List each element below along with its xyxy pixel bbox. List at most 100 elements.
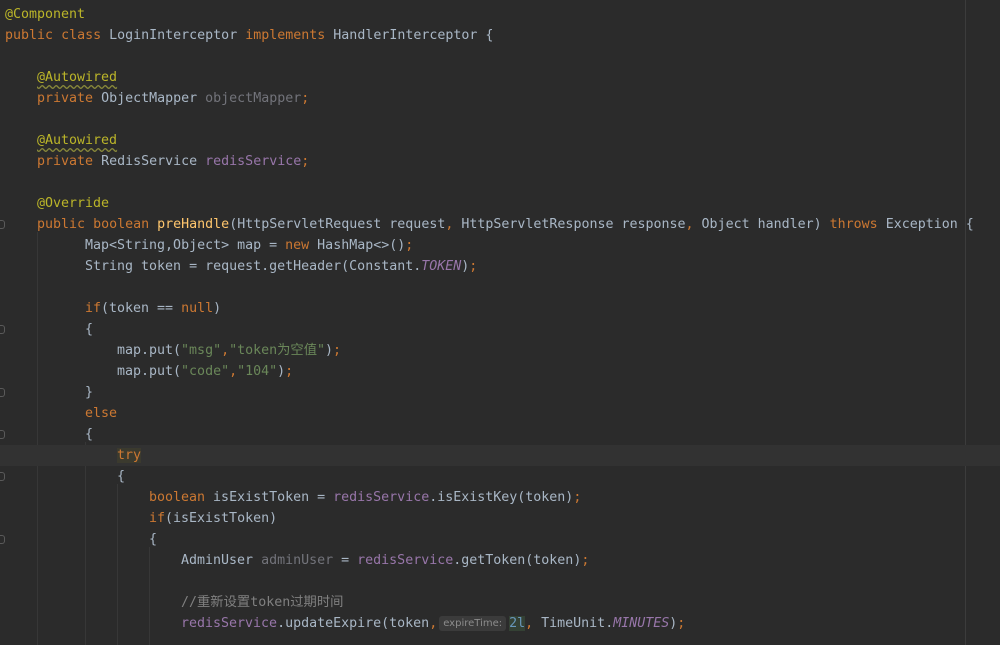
keyword: public [37, 217, 86, 232]
punctuation: ; [285, 364, 294, 379]
annotation: @Autowired [37, 133, 118, 148]
code-line[interactable]: } [0, 382, 93, 403]
code-line[interactable]: { [0, 424, 93, 445]
condition: (token == [101, 301, 182, 316]
code-editor[interactable]: @Component public class LoginInterceptor… [0, 0, 1000, 645]
code-line[interactable]: String token = request.getHeader(Constan… [0, 256, 477, 277]
keyword: try [117, 448, 142, 463]
punctuation: ; [333, 343, 342, 358]
code-line[interactable]: @Autowired [0, 67, 117, 88]
code-line[interactable]: public class LoginInterceptor implements… [0, 25, 493, 46]
code-line[interactable]: redisService.updateExpire(token, expireTi… [0, 613, 685, 634]
code-line[interactable]: //重新设置token过期时间 [0, 592, 343, 613]
code-line[interactable]: AdminUser adminUser = redisService.getTo… [0, 550, 589, 571]
keyword: null [181, 301, 214, 316]
statement: Map<String,Object> map = [85, 238, 286, 253]
code-line[interactable]: @Autowired [0, 130, 117, 151]
punctuation: , [429, 616, 438, 631]
comment: //重新设置token过期时间 [181, 595, 344, 610]
statement: .isExistKey(token) [429, 490, 574, 505]
punctuation: , [229, 364, 238, 379]
code-line[interactable]: @Override [0, 193, 109, 214]
code-line[interactable]: if(token == null) [0, 298, 221, 319]
punctuation: ; [301, 154, 310, 169]
statement: map.put( [117, 343, 182, 358]
punctuation: ) [325, 343, 334, 358]
unused-field: objectMapper [205, 91, 302, 106]
brace: { [85, 427, 94, 442]
keyword: if [149, 511, 166, 526]
condition: (isExistToken) [165, 511, 278, 526]
constant: TOKEN [421, 259, 462, 274]
keyword: boolean [149, 490, 206, 505]
punctuation: ; [677, 616, 686, 631]
string-literal: "msg" [181, 343, 222, 358]
punctuation: ; [469, 259, 478, 274]
code-line[interactable]: boolean isExistToken = redisService.isEx… [0, 487, 581, 508]
punctuation: ) [277, 364, 286, 379]
code-line[interactable]: { [0, 466, 125, 487]
keyword: throws [829, 217, 878, 232]
keyword: else [85, 406, 118, 421]
punctuation: ; [301, 91, 310, 106]
annotation: @Override [37, 196, 110, 211]
statement: HashMap<>() [309, 238, 406, 253]
punctuation: , [221, 343, 230, 358]
statement: isExistToken = [205, 490, 334, 505]
keyword: if [85, 301, 102, 316]
code-line[interactable]: map.put("msg","token为空值"); [0, 340, 341, 361]
statement: = [333, 553, 358, 568]
keyword: private [37, 91, 94, 106]
statement: String token = request.getHeader(Constan… [85, 259, 422, 274]
params: Object handler) [693, 217, 830, 232]
statement: .updateExpire(token [277, 616, 430, 631]
code-line[interactable]: if(isExistToken) [0, 508, 277, 529]
type-name: RedisService [101, 154, 198, 169]
punctuation: ) [213, 301, 222, 316]
throws-clause: Exception { [877, 217, 974, 232]
unused-variable: adminUser [261, 553, 334, 568]
code-line[interactable]: { [0, 529, 157, 550]
method-name: preHandle [157, 217, 230, 232]
brace: { [117, 469, 126, 484]
brace: } [85, 385, 94, 400]
code-line[interactable]: @Component [0, 4, 85, 25]
punctuation: ; [405, 238, 414, 253]
code-line[interactable]: map.put("code","104"); [0, 361, 293, 382]
string-literal: "104" [237, 364, 278, 379]
code-line[interactable]: Map<String,Object> map = new HashMap<>()… [0, 235, 413, 256]
keyword: private [37, 154, 94, 169]
field-name: redisService [181, 616, 278, 631]
string-literal: "token为空值" [229, 343, 326, 358]
code-line[interactable]: private RedisService redisService; [0, 151, 309, 172]
code-line[interactable]: public boolean preHandle(HttpServletRequ… [0, 214, 974, 235]
type-name: ObjectMapper [101, 91, 198, 106]
params: HttpServletResponse response [453, 217, 686, 232]
class-name: LoginInterceptor [109, 28, 238, 43]
annotation: @Component [5, 7, 86, 22]
code-line[interactable]: else [0, 403, 117, 424]
statement: TimeUnit. [533, 616, 614, 631]
field-name: redisService [333, 490, 430, 505]
keyword: public [5, 28, 54, 43]
keyword: new [285, 238, 310, 253]
keyword: class [61, 28, 102, 43]
punctuation: ; [581, 553, 590, 568]
right-margin-guide [965, 0, 966, 645]
keyword: boolean [93, 217, 150, 232]
punctuation: , [685, 217, 694, 232]
code-line[interactable]: { [0, 319, 93, 340]
constant: MINUTES [613, 616, 670, 631]
annotation: @Autowired [37, 70, 118, 85]
number-literal: 2l [509, 616, 526, 631]
current-code-line[interactable]: try [0, 445, 1000, 466]
code-line[interactable]: private ObjectMapper objectMapper; [0, 88, 309, 109]
string-literal: "code" [181, 364, 230, 379]
parameter-hint: expireTime: [439, 616, 507, 631]
brace: { [149, 532, 158, 547]
field-name: redisService [357, 553, 454, 568]
keyword: implements [245, 28, 326, 43]
brace: { [85, 322, 94, 337]
punctuation: , [525, 616, 534, 631]
params: (HttpServletRequest request [229, 217, 446, 232]
